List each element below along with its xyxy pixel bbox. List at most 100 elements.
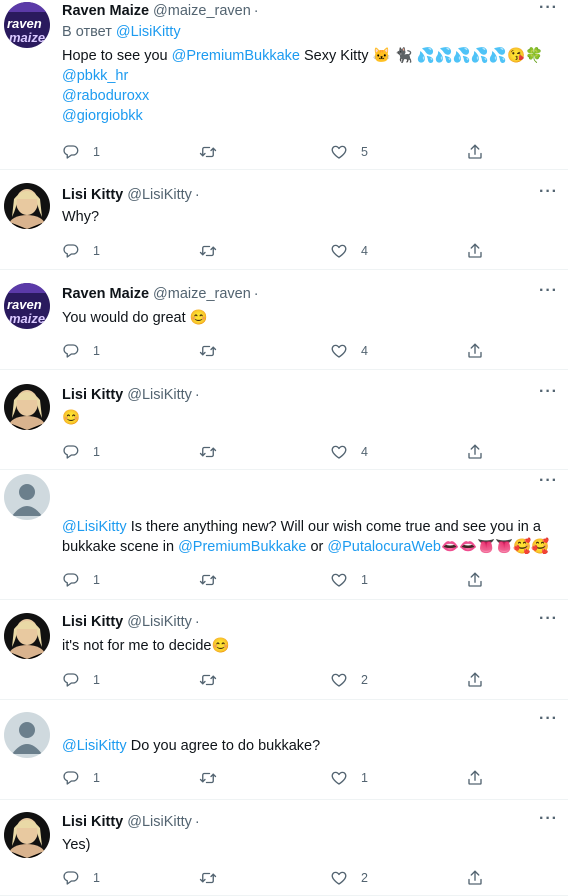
reply-button[interactable]: 1 xyxy=(62,442,100,462)
retweet-button[interactable] xyxy=(199,570,217,590)
replies-count: 1 xyxy=(93,871,100,885)
author-handle[interactable]: @LisiKitty xyxy=(127,814,192,830)
retweet-button[interactable] xyxy=(199,142,217,162)
tweet[interactable]: Lisi Kitty @LisiKitty · ··· Yes) 1 2 xyxy=(0,800,568,896)
retweet-button[interactable] xyxy=(199,341,217,361)
heart-icon xyxy=(330,242,348,260)
more-options-icon[interactable]: ··· xyxy=(539,472,558,490)
share-button[interactable] xyxy=(466,241,484,261)
reply-button[interactable]: 1 xyxy=(62,768,100,788)
author-name[interactable]: Lisi Kitty xyxy=(62,187,123,203)
like-button[interactable]: 1 xyxy=(330,570,368,590)
share-icon xyxy=(466,143,484,161)
tweet-header: Lisi Kitty @LisiKitty · xyxy=(62,387,200,403)
heart-icon xyxy=(330,143,348,161)
reply-button[interactable]: 1 xyxy=(62,868,100,888)
more-options-icon[interactable]: ··· xyxy=(539,282,558,300)
replies-count: 1 xyxy=(93,445,100,459)
author-handle[interactable]: @LisiKitty xyxy=(127,614,192,630)
reply-icon xyxy=(62,571,80,589)
share-button[interactable] xyxy=(466,142,484,162)
more-options-icon[interactable]: ··· xyxy=(539,383,558,401)
tweet[interactable]: Lisi Kitty @LisiKitty · ··· it's not for me … xyxy=(0,600,568,700)
more-options-icon[interactable]: ··· xyxy=(539,810,558,828)
svg-text:maize: maize xyxy=(9,30,45,45)
lisi-kitty-avatar[interactable] xyxy=(4,183,50,229)
replies-count: 1 xyxy=(93,573,100,587)
tweet-actions: 14 xyxy=(62,442,492,462)
lisi-kitty-avatar[interactable] xyxy=(4,812,50,858)
replying-to-user[interactable]: @LisiKitty xyxy=(116,24,181,40)
retweet-button[interactable] xyxy=(199,241,217,261)
default-avatar[interactable] xyxy=(4,712,50,758)
share-button[interactable] xyxy=(466,570,484,590)
author-name[interactable]: Lisi Kitty xyxy=(62,814,123,830)
retweet-button[interactable] xyxy=(199,442,217,462)
mention-link[interactable]: @raboduroxx xyxy=(62,88,149,104)
default-avatar[interactable] xyxy=(4,474,50,520)
lisi-kitty-avatar[interactable] xyxy=(4,613,50,659)
more-options-icon[interactable]: ··· xyxy=(539,610,558,628)
mention-link[interactable]: @PremiumBukkake xyxy=(172,48,300,64)
author-handle[interactable]: @maize_raven xyxy=(153,286,251,302)
separator-dot: · xyxy=(253,286,259,302)
like-button[interactable]: 2 xyxy=(330,868,368,888)
tweet-actions: 12 xyxy=(62,670,492,690)
share-button[interactable] xyxy=(466,670,484,690)
retweet-button[interactable] xyxy=(199,768,217,788)
author-name[interactable]: Lisi Kitty xyxy=(62,614,123,630)
raven-maize-avatar[interactable]: raven maize xyxy=(4,283,50,329)
tweet[interactable]: raven maize Raven Maize @maize_raven · ··· You… xyxy=(0,270,568,370)
reply-icon xyxy=(62,342,80,360)
share-icon xyxy=(466,671,484,689)
like-button[interactable]: 4 xyxy=(330,341,368,361)
more-options-icon[interactable]: ··· xyxy=(539,183,558,201)
author-handle[interactable]: @maize_raven xyxy=(153,3,251,19)
reply-button[interactable]: 1 xyxy=(62,341,100,361)
like-button[interactable]: 4 xyxy=(330,241,368,261)
share-icon xyxy=(466,571,484,589)
replies-count: 1 xyxy=(93,145,100,159)
like-button[interactable]: 1 xyxy=(330,768,368,788)
tweet[interactable]: raven maize Raven Maize @maize_raven · ··· В о… xyxy=(0,0,568,170)
reply-button[interactable]: 1 xyxy=(62,142,100,162)
retweet-button[interactable] xyxy=(199,868,217,888)
reply-button[interactable]: 1 xyxy=(62,241,100,261)
mention-link[interactable]: @giorgiobkk xyxy=(62,108,143,124)
author-handle[interactable]: @LisiKitty xyxy=(127,387,192,403)
share-button[interactable] xyxy=(466,442,484,462)
reply-icon xyxy=(62,242,80,260)
reply-button[interactable]: 1 xyxy=(62,570,100,590)
tweet[interactable]: Lisi Kitty @LisiKitty · ··· Why? 1 4 xyxy=(0,170,568,270)
raven-maize-avatar[interactable]: raven maize xyxy=(4,2,50,48)
mention-link[interactable]: @pbkk_hr xyxy=(62,68,128,84)
more-options-icon[interactable]: ··· xyxy=(539,710,558,728)
more-options-icon[interactable]: ··· xyxy=(539,0,558,17)
author-name[interactable]: Raven Maize xyxy=(62,286,149,302)
lisi-kitty-avatar[interactable] xyxy=(4,384,50,430)
retweet-button[interactable] xyxy=(199,670,217,690)
like-button[interactable]: 5 xyxy=(330,142,368,162)
heart-icon xyxy=(330,443,348,461)
tweet[interactable]: Lisi Kitty @LisiKitty · ··· 😊 1 4 xyxy=(0,370,568,470)
author-name[interactable]: Raven Maize xyxy=(62,3,149,19)
share-button[interactable] xyxy=(466,868,484,888)
author-name[interactable]: Lisi Kitty xyxy=(62,387,123,403)
author-handle[interactable]: @LisiKitty xyxy=(127,187,192,203)
share-button[interactable] xyxy=(466,341,484,361)
tweet-text: Hope to see you @PremiumBukkake Sexy Kit… xyxy=(62,46,554,126)
share-button[interactable] xyxy=(466,768,484,788)
tweet-header: Lisi Kitty @LisiKitty · xyxy=(62,814,200,830)
mention-link[interactable]: @LisiKitty xyxy=(62,738,127,754)
mention-link[interactable]: @PremiumBukkake xyxy=(178,539,306,555)
tweet[interactable]: ··· @LisiKitty Is there anything new? Wil… xyxy=(0,470,568,600)
like-button[interactable]: 4 xyxy=(330,442,368,462)
tweet[interactable]: ··· @LisiKitty Do you agree to do bukkake… xyxy=(0,700,568,800)
mention-link[interactable]: @PutalocuraWeb xyxy=(327,539,441,555)
text-segment: Hope to see you xyxy=(62,48,172,64)
reply-button[interactable]: 1 xyxy=(62,670,100,690)
mention-link[interactable]: @LisiKitty xyxy=(62,519,127,535)
like-button[interactable]: 2 xyxy=(330,670,368,690)
text-segment: Do you agree to do bukkake? xyxy=(126,738,321,754)
tweet-text-line: it's not for me to decide😊 xyxy=(62,636,554,656)
